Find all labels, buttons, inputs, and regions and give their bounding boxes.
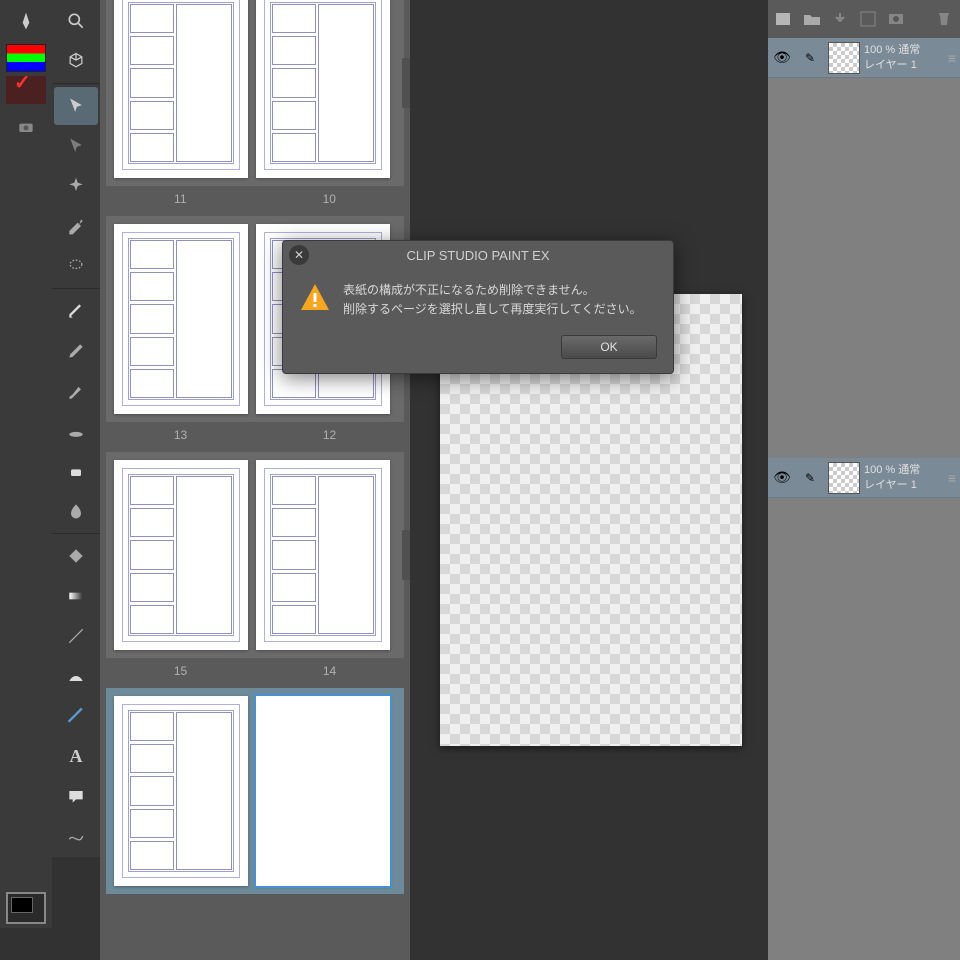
decoration-tool[interactable] xyxy=(54,412,98,450)
pencil-tool[interactable] xyxy=(54,332,98,370)
edit-target-icon[interactable]: ✎ xyxy=(796,471,824,485)
foreground-background-color[interactable] xyxy=(6,892,46,924)
visibility-toggle-icon[interactable]: 👁 xyxy=(768,49,796,66)
balloon-tool[interactable] xyxy=(54,777,98,815)
page-thumb-11[interactable] xyxy=(114,0,248,178)
merge-icon[interactable] xyxy=(858,9,878,29)
layer-panel: 👁 ✎ 100 % 通常 レイヤー 1 ≡ 👁 ✎ 100 % 通常 レイヤー … xyxy=(768,0,960,960)
warning-icon xyxy=(299,281,331,313)
sparkle-tool[interactable] xyxy=(54,167,98,205)
dialog-titlebar[interactable]: ✕ CLIP STUDIO PAINT EX xyxy=(283,241,673,269)
page-label: 14 xyxy=(323,660,336,682)
delete-layer-icon[interactable] xyxy=(934,9,954,29)
edit-target-icon[interactable]: ✎ xyxy=(796,51,824,65)
page-spread-16-17[interactable] xyxy=(106,688,404,894)
error-dialog: ✕ CLIP STUDIO PAINT EX 表紙の構成が不正になるため削除でき… xyxy=(282,240,674,374)
new-layer-icon[interactable] xyxy=(774,9,794,29)
layer-menu-icon[interactable]: ≡ xyxy=(944,50,960,66)
blend-tool[interactable] xyxy=(54,492,98,530)
page-spread-10-11[interactable] xyxy=(106,0,404,186)
page-thumb-16-blank[interactable] xyxy=(256,696,390,886)
page-label: 10 xyxy=(323,188,336,210)
page-label: 11 xyxy=(174,188,186,210)
page-label: 13 xyxy=(174,424,187,446)
text-tool[interactable]: A xyxy=(54,737,98,775)
layer-thumbnail[interactable] xyxy=(828,462,860,494)
page-thumb-13[interactable] xyxy=(114,224,248,414)
mask-icon[interactable] xyxy=(886,9,906,29)
left-toolbar-tools: A xyxy=(52,0,100,857)
color-mode-swatch[interactable] xyxy=(6,44,46,72)
operation-tool[interactable] xyxy=(54,87,98,125)
layer-info: 100 % 通常 レイヤー 1 xyxy=(864,43,944,72)
transfer-down-icon[interactable] xyxy=(830,9,850,29)
page-thumb-17[interactable] xyxy=(114,696,248,886)
layer-item[interactable]: 👁 ✎ 100 % 通常 レイヤー 1 ≡ xyxy=(768,38,960,78)
page-label: 12 xyxy=(323,424,336,446)
camera-tool[interactable] xyxy=(4,108,48,146)
gradient-tool[interactable] xyxy=(54,577,98,615)
eyedropper-tool[interactable] xyxy=(54,207,98,245)
page-thumb-15[interactable] xyxy=(114,460,248,650)
layer-info: 100 % 通常 レイヤー 1 xyxy=(864,463,944,492)
page-thumb-14[interactable] xyxy=(256,460,390,650)
lasso-tool[interactable] xyxy=(54,247,98,285)
close-icon[interactable]: ✕ xyxy=(289,245,309,265)
left-toolbar-primary xyxy=(0,0,52,928)
correct-tool[interactable] xyxy=(54,817,98,855)
line-tool[interactable] xyxy=(54,617,98,655)
ruler-tool[interactable] xyxy=(54,697,98,735)
eraser-tool[interactable] xyxy=(54,452,98,490)
move-tool[interactable] xyxy=(54,127,98,165)
ok-button[interactable]: OK xyxy=(561,335,657,359)
layer-item[interactable]: 👁 ✎ 100 % 通常 レイヤー 1 ≡ xyxy=(768,458,960,498)
layer-toolbar xyxy=(768,0,960,38)
page-thumb-10[interactable] xyxy=(256,0,390,178)
spread-handle[interactable] xyxy=(402,58,410,108)
new-folder-icon[interactable] xyxy=(802,9,822,29)
page-label: 15 xyxy=(174,660,187,682)
pen-nib-tool[interactable] xyxy=(4,2,48,40)
visibility-toggle-icon[interactable]: 👁 xyxy=(768,469,796,486)
layer-menu-icon[interactable]: ≡ xyxy=(944,470,960,486)
spread-handle[interactable] xyxy=(402,530,410,580)
brush-tool[interactable] xyxy=(54,372,98,410)
dialog-title-text: CLIP STUDIO PAINT EX xyxy=(406,248,549,263)
layer-thumbnail[interactable] xyxy=(828,42,860,74)
figure-tool[interactable] xyxy=(54,657,98,695)
fill-tool[interactable] xyxy=(54,537,98,575)
dialog-message: 表紙の構成が不正になるため削除できません。 削除するページを選択し直して再度実行… xyxy=(343,281,642,319)
page-manager-panel: 11 10 13 12 15 14 xyxy=(100,0,410,960)
quick-access-swatch[interactable] xyxy=(6,76,46,104)
pen-tool[interactable] xyxy=(54,292,98,330)
magnifier-tool[interactable] xyxy=(54,2,98,40)
page-spread-14-15[interactable] xyxy=(106,452,404,658)
cube-tool[interactable] xyxy=(54,42,98,80)
